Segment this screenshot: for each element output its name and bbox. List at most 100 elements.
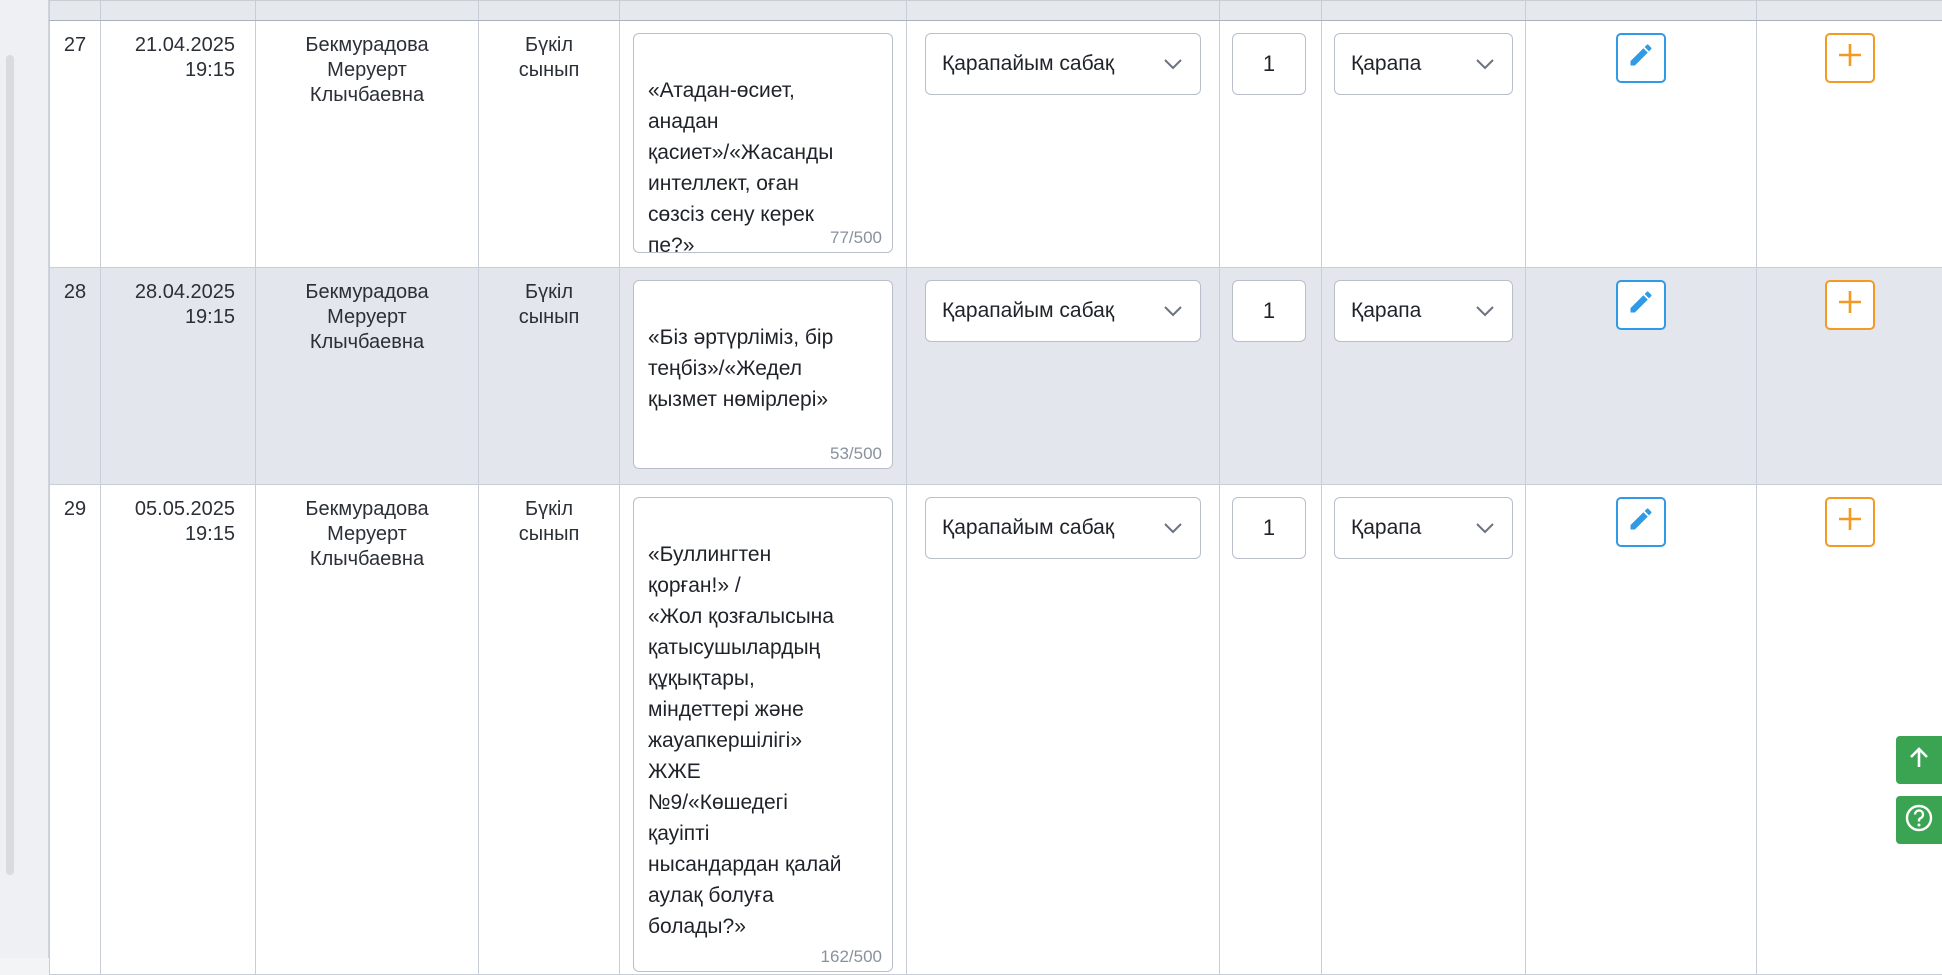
type-cell: Қарапа	[1322, 21, 1526, 268]
plus-icon	[1837, 289, 1863, 322]
teacher-name: Бекмурадова Меруерт Клычбаевна	[256, 485, 479, 975]
arrow-up-icon	[1907, 746, 1931, 775]
hours-input[interactable]: 1	[1232, 280, 1306, 342]
add-button[interactable]	[1825, 33, 1875, 83]
type-value: Қарапа	[1351, 516, 1421, 539]
add-button[interactable]	[1825, 280, 1875, 330]
lesson-date: 05.05.2025	[101, 497, 235, 522]
lesson-type-select[interactable]: Қарапайым сабақ	[925, 280, 1201, 342]
group-line: Бүкіл	[479, 497, 619, 522]
chevron-down-icon	[1474, 498, 1496, 558]
lesson-type-cell: Қарапайым сабақ	[907, 268, 1220, 485]
plus-icon	[1837, 42, 1863, 75]
edit-button[interactable]	[1616, 33, 1666, 83]
row-number: 28	[50, 268, 101, 485]
chevron-down-icon	[1162, 34, 1184, 94]
topic-cell: «Атадан-өсиет, анадан қасиет»/«Жасанды и…	[620, 21, 907, 268]
lesson-type-value: Қарапайым сабақ	[942, 299, 1114, 322]
hours-input[interactable]: 1	[1232, 497, 1306, 559]
teacher-firstname: Меруерт	[256, 58, 478, 83]
edit-cell	[1526, 21, 1757, 268]
teacher-name: Бекмурадова Меруерт Клычбаевна	[256, 268, 479, 485]
lesson-datetime: 28.04.2025 19:15	[101, 268, 256, 485]
table-row: 28 28.04.2025 19:15 Бекмурадова Меруерт …	[50, 268, 1942, 485]
chevron-down-icon	[1474, 34, 1496, 94]
lesson-time: 19:15	[101, 522, 235, 547]
table-header-edge	[50, 1, 1942, 21]
teacher-patronymic: Клычбаевна	[256, 83, 478, 108]
topic-cell: «Біз әртүрліміз, бір теңбіз»/«Жедел қызм…	[620, 268, 907, 485]
group-line: сынып	[479, 58, 619, 83]
add-cell	[1757, 21, 1942, 268]
group-line: сынып	[479, 305, 619, 330]
type-value: Қарапа	[1351, 299, 1421, 322]
topic-text: «Атадан-өсиет, анадан қасиет»/«Жасанды и…	[648, 79, 833, 257]
topic-textarea[interactable]: «Атадан-өсиет, анадан қасиет»/«Жасанды и…	[633, 33, 893, 253]
chevron-down-icon	[1162, 281, 1184, 341]
group-line: Бүкіл	[479, 280, 619, 305]
hours-cell: 1	[1220, 268, 1322, 485]
teacher-firstname: Меруерт	[256, 522, 478, 547]
lesson-type-select[interactable]: Қарапайым сабақ	[925, 33, 1201, 95]
type-cell: Қарапа	[1322, 268, 1526, 485]
help-button[interactable]	[1896, 796, 1942, 844]
lesson-time: 19:15	[101, 58, 235, 83]
lesson-type-cell: Қарапайым сабақ	[907, 485, 1220, 975]
lesson-type-value: Қарапайым сабақ	[942, 516, 1114, 539]
lesson-type-cell: Қарапайым сабақ	[907, 21, 1220, 268]
scroll-top-button[interactable]	[1896, 736, 1942, 784]
left-panel-edge	[0, 0, 48, 958]
pencil-icon	[1627, 505, 1655, 540]
lesson-datetime: 21.04.2025 19:15	[101, 21, 256, 268]
add-cell	[1757, 268, 1942, 485]
add-button[interactable]	[1825, 497, 1875, 547]
teacher-patronymic: Клычбаевна	[256, 330, 478, 355]
hours-input[interactable]: 1	[1232, 33, 1306, 95]
add-cell	[1757, 485, 1942, 975]
table-row: 27 21.04.2025 19:15 Бекмурадова Меруерт …	[50, 21, 1942, 268]
type-select[interactable]: Қарапа	[1334, 280, 1513, 342]
topic-text: «Біз әртүрліміз, бір теңбіз»/«Жедел қызм…	[648, 326, 833, 411]
char-counter: 53/500	[830, 444, 882, 464]
plus-icon	[1837, 506, 1863, 539]
topic-cell: «Буллингтен қорған!» / «Жол қозғалысына …	[620, 485, 907, 975]
chevron-down-icon	[1474, 281, 1496, 341]
lessons-table: 27 21.04.2025 19:15 Бекмурадова Меруерт …	[49, 0, 1942, 975]
pencil-icon	[1627, 41, 1655, 76]
type-select[interactable]: Қарапа	[1334, 33, 1513, 95]
journal-sheet: 27 21.04.2025 19:15 Бекмурадова Меруерт …	[48, 0, 1942, 958]
topic-textarea[interactable]: «Біз әртүрліміз, бір теңбіз»/«Жедел қызм…	[633, 280, 893, 469]
lesson-time: 19:15	[101, 305, 235, 330]
char-counter: 162/500	[821, 947, 882, 967]
hours-cell: 1	[1220, 485, 1322, 975]
teacher-surname: Бекмурадова	[256, 280, 478, 305]
lesson-date: 28.04.2025	[101, 280, 235, 305]
topic-text: «Буллингтен қорған!» / «Жол қозғалысына …	[648, 543, 842, 938]
teacher-surname: Бекмурадова	[256, 33, 478, 58]
type-select[interactable]: Қарапа	[1334, 497, 1513, 559]
char-counter: 77/500	[830, 228, 882, 248]
topic-textarea[interactable]: «Буллингтен қорған!» / «Жол қозғалысына …	[633, 497, 893, 972]
teacher-patronymic: Клычбаевна	[256, 547, 478, 572]
edit-cell	[1526, 485, 1757, 975]
pencil-icon	[1627, 288, 1655, 323]
group-line: сынып	[479, 522, 619, 547]
edit-button[interactable]	[1616, 280, 1666, 330]
chevron-down-icon	[1162, 498, 1184, 558]
lesson-type-select[interactable]: Қарапайым сабақ	[925, 497, 1201, 559]
row-number: 29	[50, 485, 101, 975]
teacher-surname: Бекмурадова	[256, 497, 478, 522]
left-scrollbar[interactable]	[6, 55, 14, 875]
row-number: 27	[50, 21, 101, 268]
class-group: Бүкіл сынып	[479, 485, 620, 975]
class-group: Бүкіл сынып	[479, 21, 620, 268]
lesson-type-value: Қарапайым сабақ	[942, 52, 1114, 75]
teacher-firstname: Меруерт	[256, 305, 478, 330]
lesson-date: 21.04.2025	[101, 33, 235, 58]
question-circle-icon	[1904, 803, 1934, 838]
edit-button[interactable]	[1616, 497, 1666, 547]
lesson-datetime: 05.05.2025 19:15	[101, 485, 256, 975]
teacher-name: Бекмурадова Меруерт Клычбаевна	[256, 21, 479, 268]
type-value: Қарапа	[1351, 52, 1421, 75]
edit-cell	[1526, 268, 1757, 485]
